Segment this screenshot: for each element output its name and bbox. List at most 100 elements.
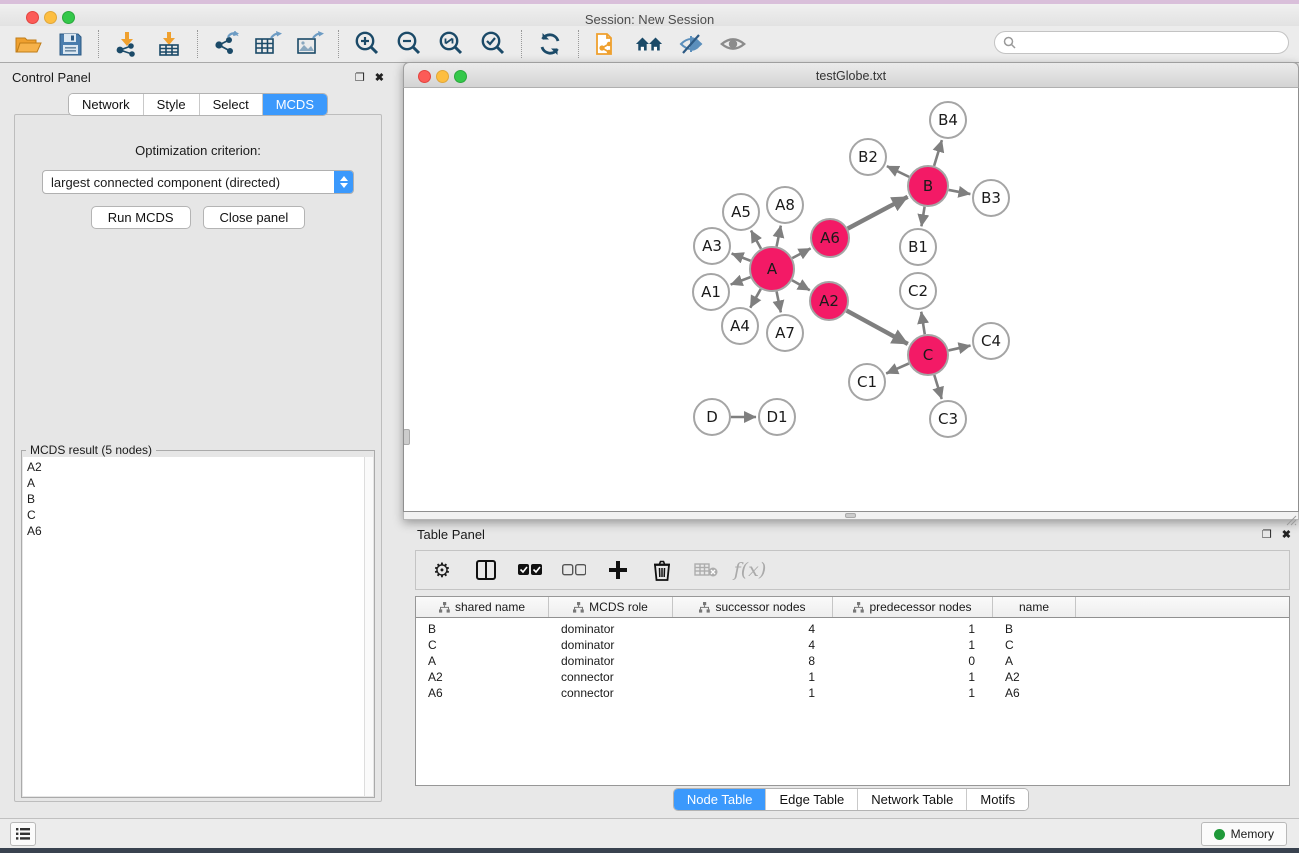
node-A6[interactable]: A6 <box>811 219 849 257</box>
edge-A-A6[interactable] <box>792 248 810 258</box>
edge-B-B1[interactable] <box>921 207 924 227</box>
table-cell[interactable]: 1 <box>673 669 833 685</box>
table-cell[interactable]: 8 <box>673 653 833 669</box>
canvas-vertical-scrollbar[interactable] <box>403 429 410 445</box>
export-network-icon[interactable] <box>212 30 240 58</box>
edge-B-B3[interactable] <box>949 190 971 194</box>
zoom-fit-icon[interactable] <box>437 30 465 58</box>
memory-button[interactable]: Memory <box>1201 822 1287 846</box>
edge-A-A7[interactable] <box>777 292 781 313</box>
table-row[interactable]: Bdominator41B <box>416 621 1289 637</box>
hide-graphics-details-icon[interactable] <box>677 30 705 58</box>
float-panel-icon[interactable]: ❐ <box>355 72 365 84</box>
canvas-horizontal-scrollbar-track[interactable] <box>403 512 1299 520</box>
node-C2[interactable]: C2 <box>900 273 936 309</box>
table-cell[interactable]: C <box>416 637 549 653</box>
edge-C-C2[interactable] <box>921 312 925 335</box>
table-row[interactable]: A6connector11A6 <box>416 685 1289 701</box>
table-cell[interactable]: B <box>416 621 549 637</box>
node-D[interactable]: D <box>694 399 730 435</box>
tab-edge-table[interactable]: Edge Table <box>765 789 857 810</box>
node-A3[interactable]: A3 <box>694 228 730 264</box>
zoom-out-icon[interactable] <box>395 30 423 58</box>
result-list-item[interactable]: B <box>23 491 373 507</box>
close-panel-icon[interactable]: ✖ <box>375 72 384 84</box>
table-cell[interactable]: B <box>993 621 1076 637</box>
table-cell[interactable]: connector <box>549 669 673 685</box>
table-cell[interactable]: 1 <box>833 685 993 701</box>
column-header-name[interactable]: name <box>993 597 1076 617</box>
node-A1[interactable]: A1 <box>693 274 729 310</box>
table-cell[interactable]: 1 <box>833 669 993 685</box>
table-cell[interactable]: A <box>416 653 549 669</box>
result-list-item[interactable]: A6 <box>23 523 373 539</box>
column-header-MCDS-role[interactable]: MCDS role <box>549 597 673 617</box>
table-cell[interactable]: dominator <box>549 653 673 669</box>
tab-network-table[interactable]: Network Table <box>857 789 966 810</box>
refresh-icon[interactable] <box>536 30 564 58</box>
deselect-all-columns-icon[interactable] <box>562 558 586 582</box>
node-B4[interactable]: B4 <box>930 102 966 138</box>
tab-style[interactable]: Style <box>143 94 199 115</box>
table-cell[interactable]: dominator <box>549 621 673 637</box>
network-from-file-icon[interactable] <box>593 30 621 58</box>
tab-mcds[interactable]: MCDS <box>262 94 327 115</box>
delete-column-icon[interactable] <box>650 558 674 582</box>
node-B[interactable]: B <box>908 166 948 206</box>
table-cell[interactable]: 1 <box>833 637 993 653</box>
table-row[interactable]: Cdominator41C <box>416 637 1289 653</box>
node-A8[interactable]: A8 <box>767 187 803 223</box>
node-A7[interactable]: A7 <box>767 315 803 351</box>
table-cell[interactable]: connector <box>549 685 673 701</box>
node-table[interactable]: shared nameMCDS rolesuccessor nodesprede… <box>415 596 1290 786</box>
select-all-columns-icon[interactable] <box>518 558 542 582</box>
table-cell[interactable]: A <box>993 653 1076 669</box>
network-graph[interactable]: B4B2BB3A8A5A6A3B1AA1C2A2A4A7C4CC1C3DD1 <box>404 88 1298 512</box>
table-cell[interactable]: 1 <box>833 621 993 637</box>
node-A[interactable]: A <box>750 247 794 291</box>
network-canvas[interactable]: B4B2BB3A8A5A6A3B1AA1C2A2A4A7C4CC1C3DD1 <box>403 88 1299 512</box>
export-table-icon[interactable] <box>254 30 282 58</box>
save-session-icon[interactable] <box>56 30 84 58</box>
export-image-icon[interactable] <box>296 30 324 58</box>
criterion-dropdown[interactable]: largest connected component (directed) <box>42 170 354 194</box>
table-cell[interactable]: A2 <box>416 669 549 685</box>
result-list-scrollbar[interactable] <box>364 457 373 796</box>
table-cell[interactable]: 4 <box>673 637 833 653</box>
node-A4[interactable]: A4 <box>722 308 758 344</box>
zoom-in-icon[interactable] <box>353 30 381 58</box>
node-C1[interactable]: C1 <box>849 364 885 400</box>
table-row[interactable]: A2connector11A2 <box>416 669 1289 685</box>
float-table-panel-icon[interactable]: ❐ <box>1262 529 1272 541</box>
node-A2[interactable]: A2 <box>810 282 848 320</box>
edge-A-A8[interactable] <box>777 226 781 247</box>
node-D1[interactable]: D1 <box>759 399 795 435</box>
home-icon[interactable] <box>635 30 663 58</box>
tab-motifs[interactable]: Motifs <box>966 789 1028 810</box>
edge-B-B4[interactable] <box>934 140 942 166</box>
add-column-icon[interactable] <box>606 558 630 582</box>
edge-A-A4[interactable] <box>750 289 760 308</box>
tab-select[interactable]: Select <box>199 94 262 115</box>
node-B1[interactable]: B1 <box>900 229 936 265</box>
edge-A-A3[interactable] <box>732 254 751 261</box>
node-B2[interactable]: B2 <box>850 139 886 175</box>
result-list-item[interactable]: C <box>23 507 373 523</box>
table-cell[interactable]: A6 <box>416 685 549 701</box>
result-list-item[interactable]: A2 <box>23 459 373 475</box>
table-cell[interactable]: 1 <box>673 685 833 701</box>
column-header-shared-name[interactable]: shared name <box>416 597 549 617</box>
column-header-predecessor-nodes[interactable]: predecessor nodes <box>833 597 993 617</box>
table-cell[interactable]: A2 <box>993 669 1076 685</box>
table-cell[interactable]: 0 <box>833 653 993 669</box>
open-session-icon[interactable] <box>14 30 42 58</box>
edge-A-A5[interactable] <box>751 230 761 248</box>
node-B3[interactable]: B3 <box>973 180 1009 216</box>
show-graphics-details-icon[interactable] <box>719 30 747 58</box>
close-panel-button[interactable]: Close panel <box>203 206 306 229</box>
table-cell[interactable]: C <box>993 637 1076 653</box>
close-table-panel-icon[interactable]: ✖ <box>1282 529 1291 541</box>
table-cell[interactable]: dominator <box>549 637 673 653</box>
edge-C-C4[interactable] <box>948 346 970 351</box>
edge-A2-C[interactable] <box>847 311 908 344</box>
